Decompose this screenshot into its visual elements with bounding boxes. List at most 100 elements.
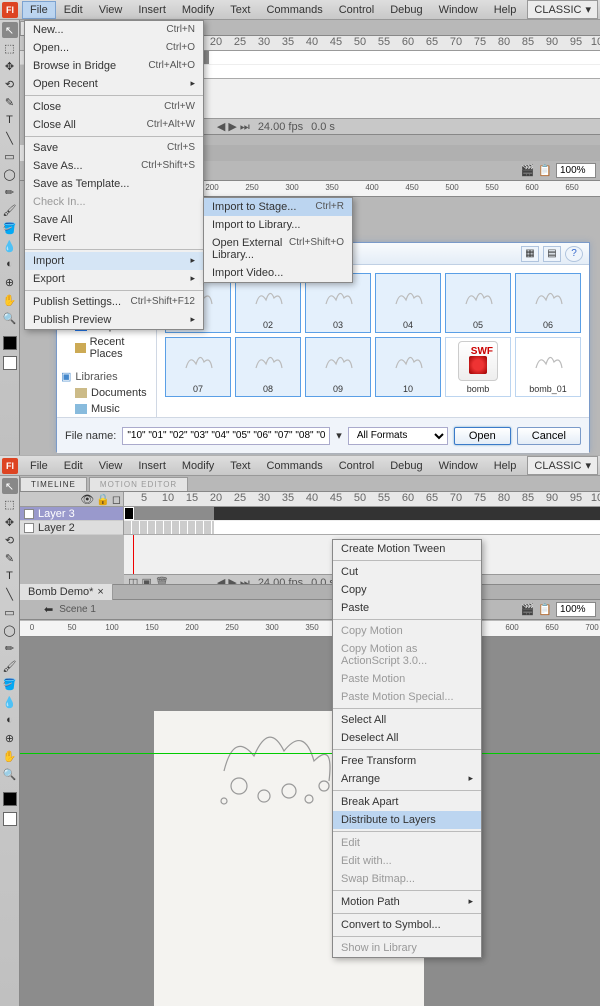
line-tool[interactable]: ╲: [2, 130, 18, 146]
menu-commands[interactable]: Commands: [258, 1, 330, 19]
menu-item[interactable]: Open...Ctrl+O: [25, 39, 203, 57]
tab-motion-editor[interactable]: MOTION EDITOR: [89, 477, 188, 491]
thumbnail[interactable]: 06: [515, 273, 581, 333]
menu-item[interactable]: Convert to Symbol...: [333, 916, 481, 934]
tab-timeline[interactable]: TIMELINE: [20, 477, 87, 491]
scene-label[interactable]: Scene 1: [59, 604, 96, 615]
menu-item[interactable]: Publish Settings...Ctrl+Shift+F12: [25, 293, 203, 311]
lasso-tool[interactable]: ⟲: [2, 532, 18, 548]
menu-item[interactable]: Save as Template...: [25, 175, 203, 193]
brush-tool[interactable]: 🖌: [2, 658, 18, 674]
menu-debug[interactable]: Debug: [382, 1, 430, 19]
rect-tool[interactable]: ▭: [2, 148, 18, 164]
lasso-tool[interactable]: ⟲: [2, 76, 18, 92]
menu-item[interactable]: Save All: [25, 211, 203, 229]
thumbnail[interactable]: 04: [375, 273, 441, 333]
selection-tool[interactable]: ↖: [2, 478, 18, 494]
oval-tool[interactable]: ◯: [2, 166, 18, 182]
menu-view[interactable]: View: [91, 1, 131, 19]
edit-symbol-icon[interactable]: 📋: [538, 164, 552, 177]
menu-item[interactable]: Free Transform: [333, 752, 481, 770]
menu-insert[interactable]: Insert: [130, 1, 174, 19]
menu-item[interactable]: Browse in BridgeCtrl+Alt+O: [25, 57, 203, 75]
text-tool[interactable]: T: [2, 568, 18, 584]
pencil-tool[interactable]: ✏: [2, 640, 18, 656]
menu-item[interactable]: Import▸: [25, 252, 203, 270]
close-icon[interactable]: ×: [97, 586, 103, 598]
preview-icon[interactable]: ▤: [543, 246, 561, 262]
menu-item[interactable]: CloseCtrl+W: [25, 98, 203, 116]
thumbnail[interactable]: 10: [375, 337, 441, 397]
menu-text[interactable]: Text: [222, 1, 258, 19]
pen-tool[interactable]: ✎: [2, 550, 18, 566]
sidebar-music[interactable]: Music: [61, 401, 152, 417]
zoom-tool[interactable]: 🔍: [2, 310, 18, 326]
menu-help[interactable]: Help: [486, 1, 525, 19]
fill-color[interactable]: [3, 812, 17, 826]
menu-modify[interactable]: Modify: [174, 457, 222, 475]
menu-help[interactable]: Help: [486, 457, 525, 475]
menu-item[interactable]: Revert: [25, 229, 203, 247]
menu-item[interactable]: Distribute to Layers: [333, 811, 481, 829]
menu-item[interactable]: New...Ctrl+N: [25, 21, 203, 39]
menu-debug[interactable]: Debug: [382, 457, 430, 475]
libraries-header[interactable]: ▣Libraries: [61, 368, 152, 385]
menu-item[interactable]: Import to Stage...Ctrl+R: [204, 198, 352, 216]
hand-tool[interactable]: ✋: [2, 292, 18, 308]
thumbnail[interactable]: 08: [235, 337, 301, 397]
free-transform-tool[interactable]: ✥: [2, 514, 18, 530]
edit-scene-icon[interactable]: 🎬: [521, 603, 535, 616]
keyframe-selected[interactable]: [124, 507, 134, 520]
stroke-color[interactable]: [3, 792, 17, 806]
edit-scene-icon[interactable]: 🎬: [521, 164, 535, 177]
zoom-input[interactable]: [556, 602, 596, 617]
eraser-tool[interactable]: ◐: [2, 256, 18, 272]
menu-control[interactable]: Control: [331, 457, 382, 475]
menu-insert[interactable]: Insert: [130, 457, 174, 475]
line-tool[interactable]: ╲: [2, 586, 18, 602]
layer-row-2[interactable]: Layer 2: [20, 521, 123, 535]
brush-tool[interactable]: 🖌: [2, 202, 18, 218]
menu-item[interactable]: Save As...Ctrl+Shift+S: [25, 157, 203, 175]
menu-window[interactable]: Window: [431, 1, 486, 19]
sidebar-recent[interactable]: Recent Places: [61, 334, 152, 362]
fill-color[interactable]: [3, 356, 17, 370]
menu-item[interactable]: Copy: [333, 581, 481, 599]
drop-tool[interactable]: 💧: [2, 694, 18, 710]
thumbnail[interactable]: 07: [165, 337, 231, 397]
oval-tool[interactable]: ◯: [2, 622, 18, 638]
playhead[interactable]: [133, 535, 134, 574]
filename-input[interactable]: [122, 427, 330, 445]
eyedropper-tool[interactable]: ⊕: [2, 730, 18, 746]
menu-window[interactable]: Window: [431, 457, 486, 475]
sidebar-documents[interactable]: Documents: [61, 385, 152, 401]
cancel-button[interactable]: Cancel: [517, 427, 581, 445]
menu-item[interactable]: Deselect All: [333, 729, 481, 747]
thumbnail[interactable]: SWFbomb: [445, 337, 511, 397]
rect-tool[interactable]: ▭: [2, 604, 18, 620]
pen-tool[interactable]: ✎: [2, 94, 18, 110]
menu-item[interactable]: Select All: [333, 711, 481, 729]
menu-item[interactable]: Break Apart: [333, 793, 481, 811]
menu-commands[interactable]: Commands: [258, 457, 330, 475]
horizontal-guide[interactable]: [20, 753, 600, 754]
format-select[interactable]: All Formats: [348, 427, 448, 445]
subselect-tool[interactable]: ⬚: [2, 40, 18, 56]
pencil-tool[interactable]: ✏: [2, 184, 18, 200]
menu-item[interactable]: Open Recent▸: [25, 75, 203, 93]
menu-item[interactable]: Import to Library...: [204, 216, 352, 234]
timeline-ruler-2[interactable]: 5101520253035404550556065707580859095100: [124, 492, 600, 507]
zoom-input[interactable]: [556, 163, 596, 178]
menu-item[interactable]: Motion Path▸: [333, 893, 481, 911]
open-button[interactable]: Open: [454, 427, 511, 445]
edit-symbol-icon[interactable]: 📋: [538, 603, 552, 616]
drop-tool[interactable]: 💧: [2, 238, 18, 254]
menu-item[interactable]: Export▸: [25, 270, 203, 288]
help-icon[interactable]: ?: [565, 246, 583, 262]
workspace-picker[interactable]: CLASSIC ▾: [527, 456, 598, 475]
menu-modify[interactable]: Modify: [174, 1, 222, 19]
timeline-frames-2[interactable]: [124, 507, 600, 535]
menu-item[interactable]: Publish Preview▸: [25, 311, 203, 329]
thumbnail[interactable]: 05: [445, 273, 511, 333]
menu-item[interactable]: Create Motion Tween: [333, 540, 481, 558]
